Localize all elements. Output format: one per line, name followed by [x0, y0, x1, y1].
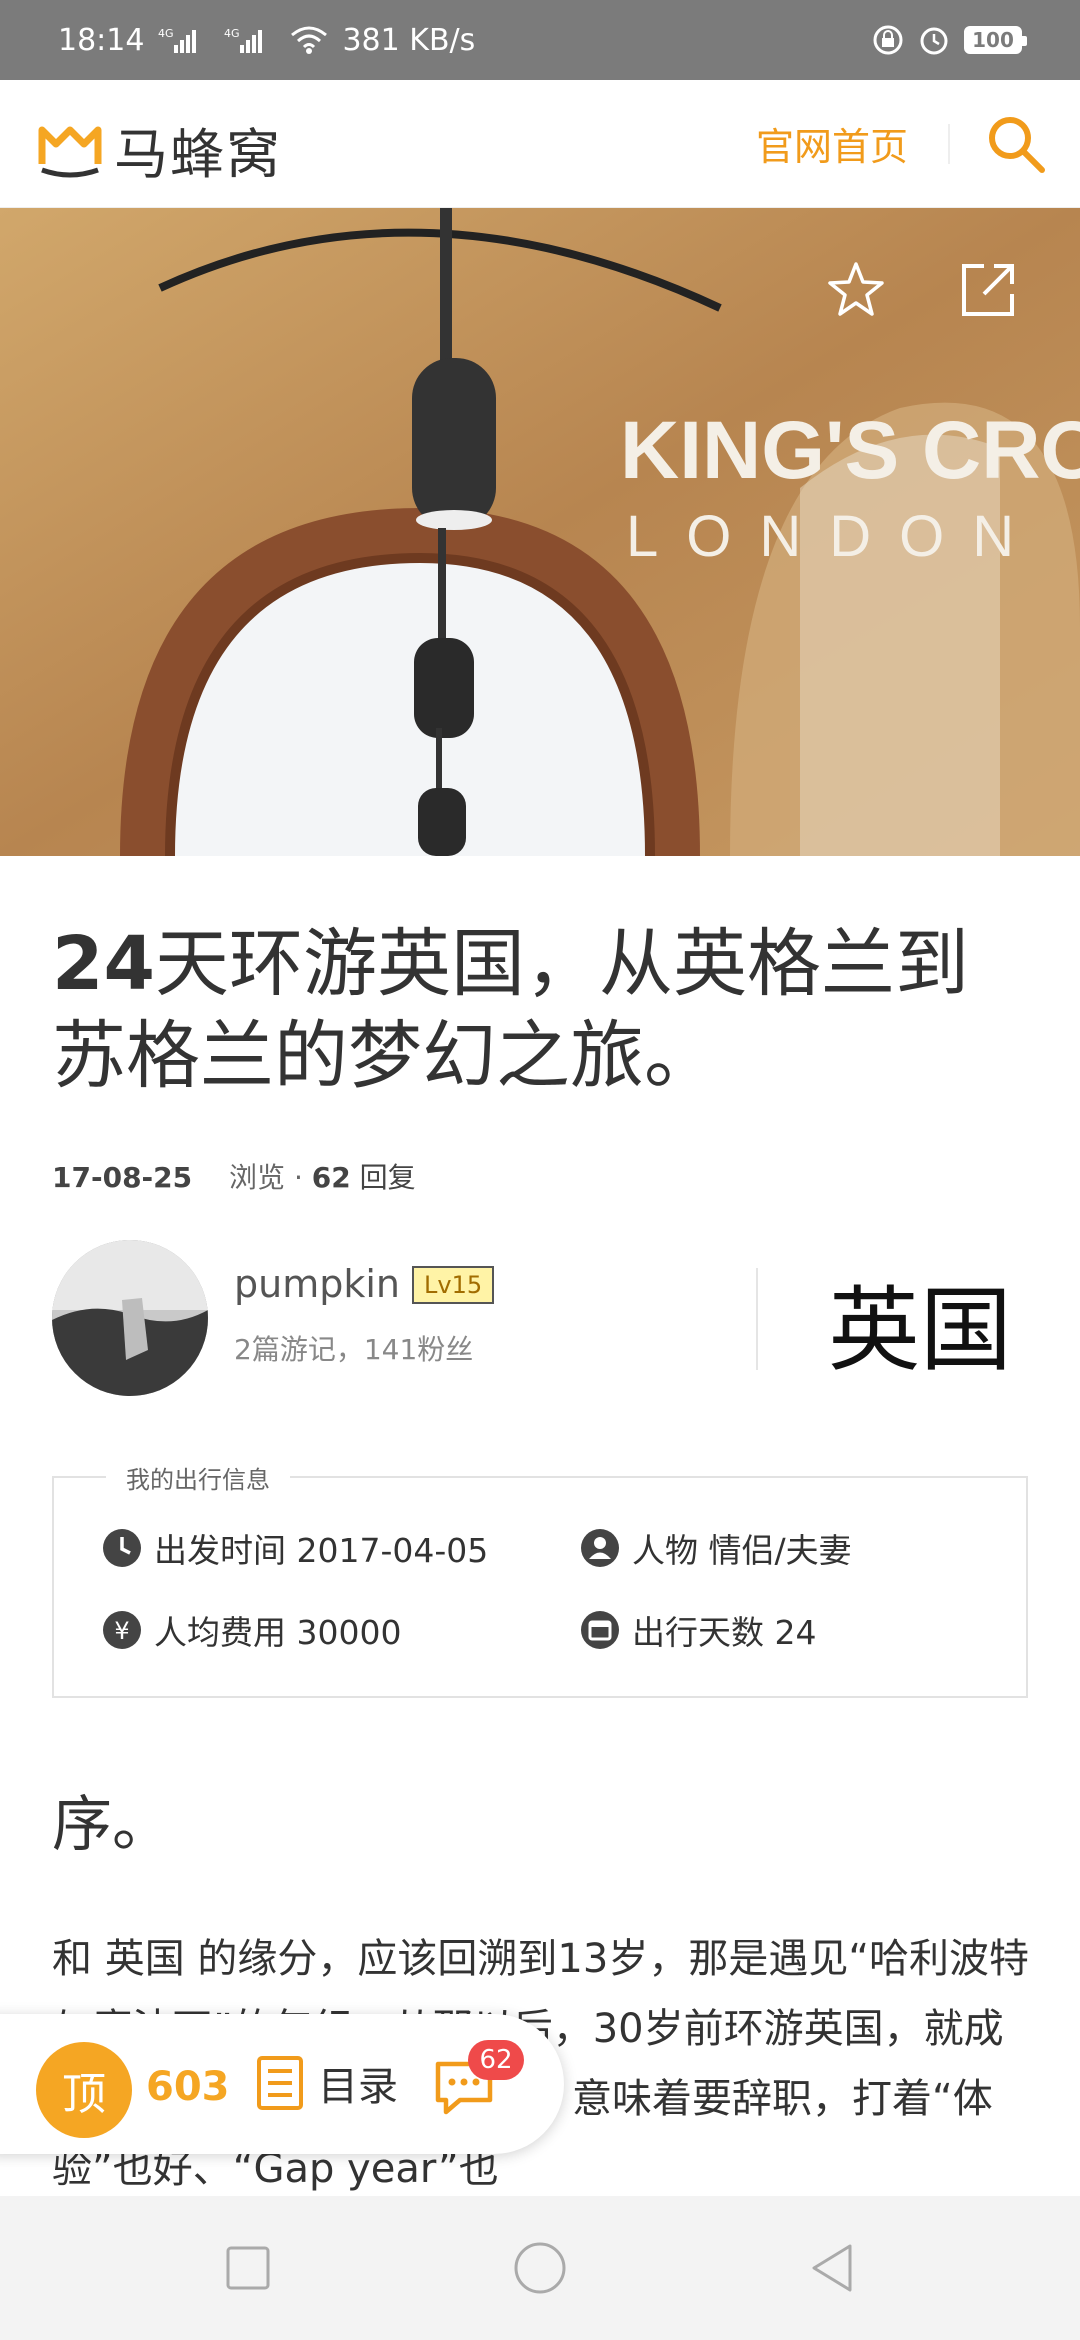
battery-icon: 100 — [964, 26, 1027, 54]
alarm-icon — [918, 24, 950, 56]
upvote-button[interactable]: 顶 — [36, 2042, 132, 2138]
author-name[interactable]: pumpkin — [234, 1262, 400, 1306]
app-header: 马蜂窝 官网首页 — [0, 80, 1080, 208]
section-title: 序。 — [52, 1790, 172, 1860]
back-triangle-icon — [812, 2244, 852, 2292]
trip-people: 人物 情侣/夫妻 — [580, 1524, 852, 1572]
header-divider — [948, 124, 950, 164]
yen-icon: ¥ — [103, 1611, 141, 1649]
circle-icon — [514, 2242, 566, 2294]
share-button[interactable] — [956, 258, 1020, 322]
search-button[interactable] — [984, 112, 1048, 176]
author-avatar[interactable] — [52, 1240, 208, 1396]
author-divider — [756, 1268, 758, 1370]
system-nav-bar — [0, 2196, 1080, 2340]
hero-image: KING'S CROSS LONDON — [0, 208, 1080, 856]
trip-departure: 出发时间 2017-04-05 — [102, 1524, 488, 1572]
cost-text: 人均费用 30000 — [154, 1613, 402, 1652]
clock-icon — [103, 1529, 141, 1567]
star-icon — [828, 262, 884, 316]
signal-icon-2: 4G — [224, 25, 276, 55]
status-time: 18:14 — [58, 22, 145, 58]
reply-label: 回复 — [350, 1161, 416, 1194]
app-logo[interactable]: 马蜂窝 — [36, 110, 282, 189]
trip-days: 出行天数 24 — [580, 1606, 816, 1654]
trip-info-box: 我的出行信息 出发时间 2017-04-05 人物 情侣/夫妻 ¥ 人均费用 3… — [52, 1460, 1028, 1698]
svg-text:4G: 4G — [158, 27, 174, 40]
favorite-button[interactable] — [824, 258, 888, 322]
square-icon — [226, 2246, 270, 2290]
hero-text-london: LONDON — [626, 504, 1042, 569]
svg-text:¥: ¥ — [114, 1617, 129, 1645]
logo-icon — [36, 118, 104, 182]
days-text: 出行天数 24 — [632, 1613, 817, 1652]
home-link[interactable]: 官网首页 — [756, 116, 908, 171]
upvote-count: 603 — [146, 2064, 230, 2110]
article-title: 24天环游英国，从英格兰到苏格兰的梦幻之旅。 — [52, 918, 1032, 1102]
views-label: 浏览 · — [229, 1161, 312, 1194]
hero-text-kings-cross: KING'S CROSS — [620, 405, 1080, 496]
destination-country[interactable]: 英国 — [828, 1256, 1012, 1389]
trip-cost: ¥ 人均费用 30000 — [102, 1606, 401, 1654]
title-text: 天环游英国，从英格兰到苏格兰的梦幻之旅。 — [52, 921, 969, 1099]
reply-count: 62 — [311, 1161, 351, 1194]
list-icon — [257, 2056, 303, 2110]
calendar-icon — [581, 1611, 619, 1649]
recents-button[interactable] — [222, 2242, 274, 2294]
author-stats: 2篇游记，141粉丝 — [234, 1333, 474, 1366]
publish-date: 17-08-25 — [52, 1161, 193, 1194]
lock-icon — [872, 24, 904, 56]
home-button[interactable] — [514, 2242, 566, 2294]
signal-icon: 4G — [158, 25, 210, 55]
svg-text:4G: 4G — [224, 27, 240, 40]
people-text: 人物 情侣/夫妻 — [632, 1531, 852, 1570]
toc-button[interactable]: 目录 — [256, 2054, 398, 2112]
app-name: 马蜂窝 — [114, 123, 282, 186]
person-icon — [581, 1529, 619, 1567]
article-meta: 17-08-25 浏览 · 62 回复 — [52, 1156, 416, 1196]
status-bar: 18:14 4G 4G 381 KB/s 100 — [0, 0, 1080, 80]
title-number: 24 — [52, 921, 155, 1007]
trip-info-legend: 我的出行信息 — [106, 1460, 290, 1495]
share-icon — [962, 264, 1014, 316]
search-icon — [989, 117, 1045, 173]
toc-label: 目录 — [318, 2064, 398, 2110]
wifi-icon — [290, 25, 328, 55]
back-button[interactable] — [806, 2242, 858, 2294]
departure-text: 出发时间 2017-04-05 — [154, 1531, 489, 1570]
network-speed: 381 KB/s — [342, 22, 476, 58]
level-badge: Lv15 — [412, 1266, 495, 1304]
comment-badge: 62 — [468, 2040, 524, 2080]
